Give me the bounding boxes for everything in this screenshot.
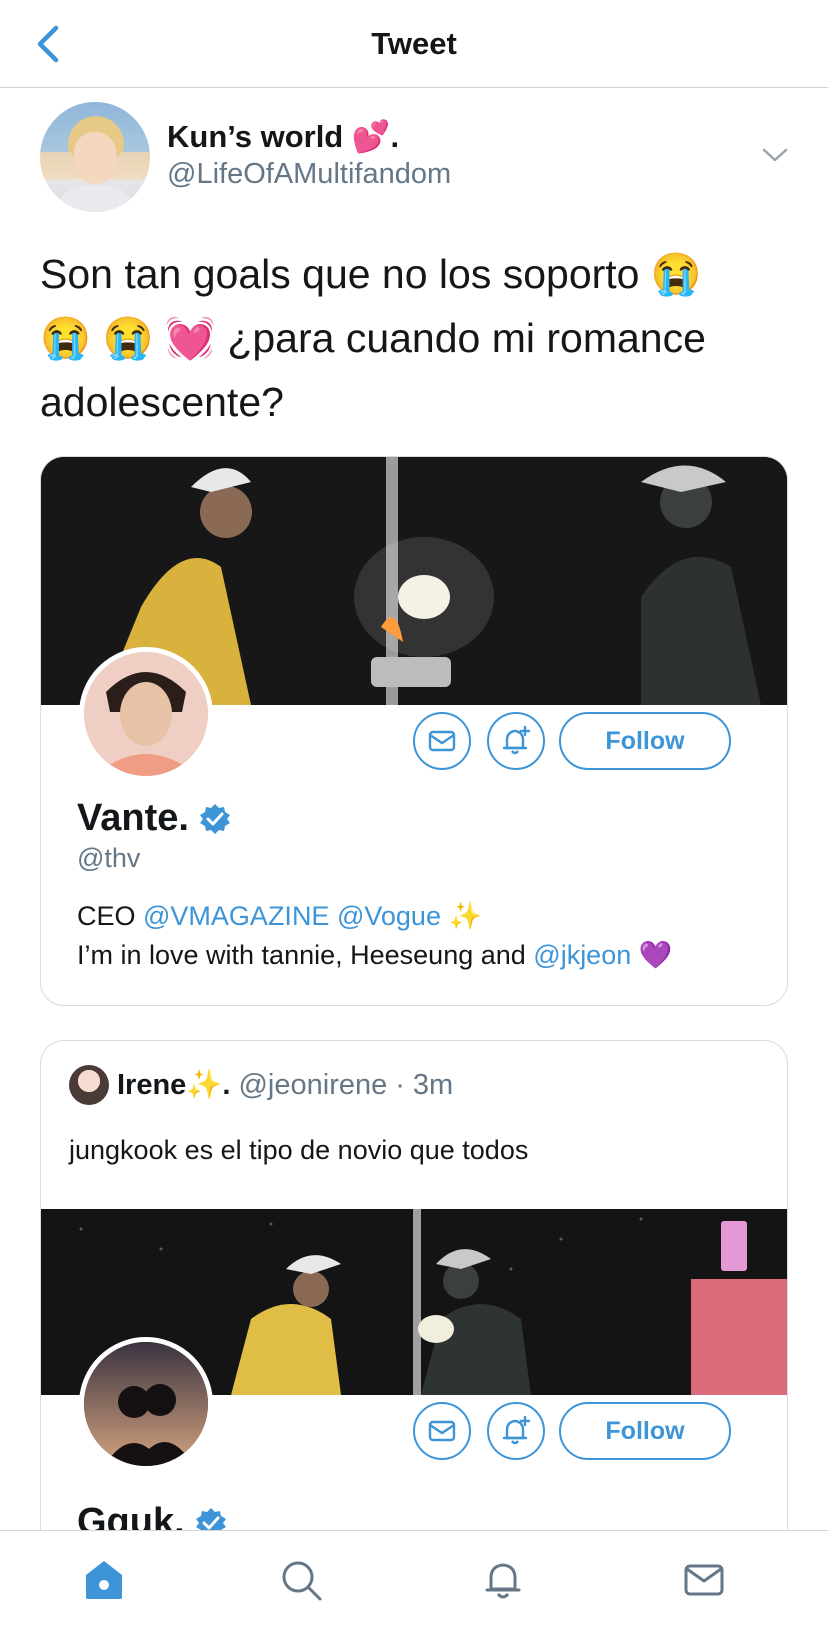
quoted-profile-avatar[interactable] [79, 1337, 213, 1471]
quoted-author-handle[interactable]: @jeonirene [238, 1069, 387, 1102]
chevron-down-icon [762, 148, 788, 162]
profile-display-name[interactable]: Vante. [77, 797, 231, 840]
top-navigation-bar: Tweet [0, 0, 828, 88]
profile-bio: CEO @VMAGAZINE @Vogue ✨ I’m in love with… [77, 901, 673, 970]
search-icon [282, 1561, 322, 1601]
message-icon [428, 1420, 456, 1442]
follow-button[interactable]: Follow [559, 712, 731, 770]
quoted-tweet-header: Irene✨. @jeonirene · 3m [69, 1065, 453, 1105]
messages-icon [684, 1564, 724, 1596]
verified-badge-icon [199, 803, 230, 834]
profile-handle: @thv [77, 843, 141, 873]
quoted-author-avatar[interactable] [69, 1065, 109, 1105]
quoted-author-name[interactable]: Irene✨. [117, 1068, 230, 1102]
notifications-toggle-button[interactable] [487, 712, 545, 770]
quoted-timestamp: 3m [412, 1068, 454, 1101]
home-icon [86, 1561, 122, 1599]
tweet-options-button[interactable] [760, 140, 790, 170]
tab-home[interactable] [79, 1555, 129, 1605]
quoted-separator: · [395, 1068, 405, 1101]
bio-mention-link[interactable]: @Vogue [337, 901, 441, 931]
message-button[interactable] [413, 1402, 471, 1460]
quoted-tweet-card[interactable]: Irene✨. @jeonirene · 3m jungkook es el t… [40, 1040, 788, 1600]
tab-notifications[interactable] [478, 1555, 528, 1605]
author-avatar[interactable] [40, 102, 150, 212]
tweet-text: Son tan goals que no los soporto 😭 😭 😭 💓… [40, 251, 706, 425]
bottom-tab-bar [0, 1530, 828, 1628]
author-handle[interactable]: @LifeOfAMultifandom [167, 158, 451, 191]
bell-plus-icon [502, 1415, 531, 1445]
message-button[interactable] [413, 712, 471, 770]
tab-search[interactable] [276, 1555, 326, 1605]
notifications-icon [485, 1563, 521, 1599]
notifications-toggle-button[interactable] [487, 1402, 545, 1460]
page-title: Tweet [371, 26, 457, 61]
message-icon [428, 730, 456, 752]
follow-button[interactable]: Follow [559, 1402, 731, 1460]
quoted-tweet-text: jungkook es el tipo de novio que todos [69, 1135, 529, 1165]
bell-plus-icon [502, 725, 531, 755]
author-name[interactable]: Kun’s world 💕. [167, 118, 399, 155]
profile-card[interactable]: Follow Vante. @thv CEO @VMAGAZINE @Vogue… [40, 456, 788, 1006]
profile-avatar[interactable] [79, 647, 213, 781]
bio-mention-link[interactable]: @jkjeon [533, 940, 631, 970]
tab-messages[interactable] [679, 1555, 729, 1605]
bio-mention-link[interactable]: @VMAGAZINE [143, 901, 329, 931]
